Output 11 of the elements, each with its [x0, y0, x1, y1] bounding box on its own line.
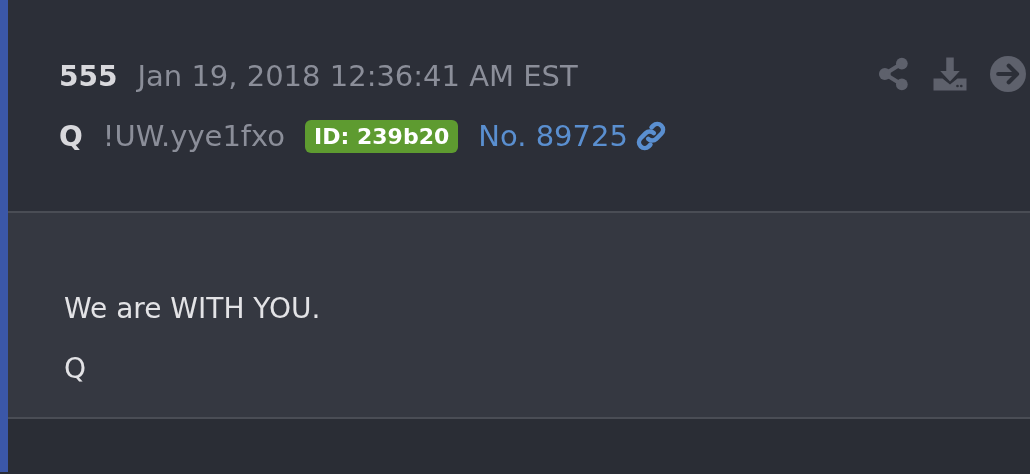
- post-timestamp: Jan 19, 2018 12:36:41 AM EST: [137, 59, 578, 93]
- id-badge: ID: 239b20: [305, 119, 459, 153]
- post-text-line: Q: [64, 351, 88, 387]
- arrow-right-icon[interactable]: [990, 56, 1026, 92]
- post-number: 555: [59, 59, 118, 93]
- author-name: Q: [59, 119, 83, 153]
- tripcode: !UW.yye1fxo: [102, 119, 286, 153]
- post-text-line: We are WITH YOU.: [64, 291, 322, 327]
- download-icon[interactable]: [932, 56, 968, 92]
- share-icon[interactable]: [878, 57, 910, 91]
- post-link[interactable]: No. 89725: [478, 119, 628, 153]
